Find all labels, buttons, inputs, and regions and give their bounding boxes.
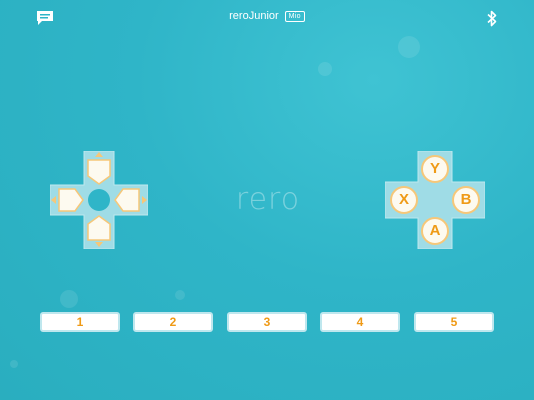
face-button-pad: Y X B A bbox=[385, 151, 485, 249]
dpad-left-button[interactable] bbox=[58, 188, 84, 212]
background-bokeh bbox=[10, 360, 18, 368]
b-button[interactable]: B bbox=[452, 186, 480, 214]
dpad bbox=[50, 151, 148, 249]
y-button[interactable]: Y bbox=[421, 155, 449, 183]
number-button-5[interactable]: 5 bbox=[414, 312, 494, 332]
dpad-down-button[interactable] bbox=[87, 215, 111, 241]
number-button-3[interactable]: 3 bbox=[227, 312, 307, 332]
dpad-up-button[interactable] bbox=[87, 159, 111, 185]
app-title-container: reroJunior Mio bbox=[0, 10, 534, 22]
up-arrow-icon bbox=[95, 152, 103, 157]
background-bokeh bbox=[318, 62, 332, 76]
top-bar: reroJunior Mio bbox=[0, 0, 534, 38]
model-badge: Mio bbox=[284, 11, 305, 22]
app-title: reroJunior bbox=[229, 10, 279, 22]
dpad-right-button[interactable] bbox=[114, 188, 140, 212]
left-arrow-icon bbox=[51, 196, 56, 204]
right-arrow-icon bbox=[142, 196, 147, 204]
number-button-1[interactable]: 1 bbox=[40, 312, 120, 332]
bluetooth-icon[interactable] bbox=[486, 10, 498, 27]
number-button-4[interactable]: 4 bbox=[320, 312, 400, 332]
rero-logo: rero bbox=[235, 182, 301, 217]
x-button[interactable]: X bbox=[390, 186, 418, 214]
background-bokeh bbox=[175, 290, 185, 300]
number-button-2[interactable]: 2 bbox=[133, 312, 213, 332]
number-button-row: 1 2 3 4 5 bbox=[40, 312, 494, 334]
a-button[interactable]: A bbox=[421, 217, 449, 245]
background-bokeh bbox=[60, 290, 78, 308]
down-arrow-icon bbox=[95, 242, 103, 247]
background-bokeh bbox=[398, 36, 420, 58]
